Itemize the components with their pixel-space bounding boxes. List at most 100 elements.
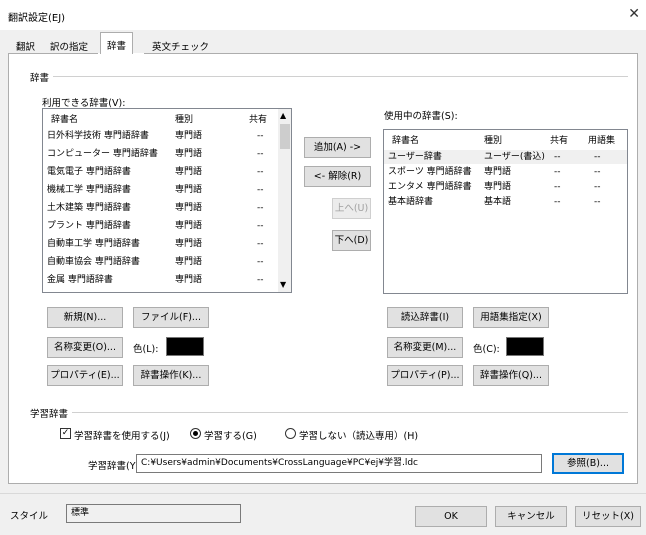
learn-dict-path-label: 学習辞書(Y): [88,461,143,472]
list-cell: 専門語 [175,149,203,159]
list-cell: -- [257,203,264,213]
style-field[interactable]: 標準 [66,504,241,523]
available-scrollbar[interactable]: ▲ ▼ [278,109,291,292]
close-icon[interactable]: ✕ [628,6,640,22]
list-item[interactable]: コンピューター 専門語辞書 専門語 -- [43,147,277,161]
browse-button[interactable]: 参照(B)... [552,453,624,474]
dict-group-label: 辞書 [30,70,54,84]
list-item[interactable]: ユーザー辞書 ユーザー(書込) -- -- [384,150,627,164]
list-cell: 専門語 [484,167,512,177]
list-cell: -- [257,149,264,159]
col-header-glossary: 用語集 [588,136,616,146]
in-use-dict-list[interactable]: 辞書名 種別 共有 用語集 ユーザー辞書 ユーザー(書込) -- -- スポーツ 専門語… [383,129,628,294]
tab-translate[interactable]: 翻訳 [10,36,41,54]
no-learn-radio[interactable] [285,428,296,439]
list-cell: 電気電子 専門語辞書 [47,167,131,177]
rename-right-button[interactable]: 名称変更(M)... [387,337,463,358]
no-learn-radio-label[interactable]: 学習しない（読込専用）(H) [299,428,418,442]
list-item[interactable]: 基本語辞書 基本語 -- -- [384,195,627,209]
color-left-label: 色(L): [133,344,159,355]
list-cell: 専門語 [175,257,203,267]
learn-radio-label[interactable]: 学習する(G) [204,428,257,442]
col-header-shared: 共有 [249,115,268,125]
add-button[interactable]: 追加(A) -> [304,137,371,158]
dict-ops-right-button[interactable]: 辞書操作(Q)... [473,365,549,386]
style-label: スタイル [10,511,49,522]
list-cell: 専門語 [484,182,512,192]
list-item[interactable]: 土木建築 専門語辞書 専門語 -- [43,201,277,215]
list-header: 辞書名 種別 共有 用語集 [384,134,627,148]
scroll-up-icon[interactable]: ▲ [280,111,286,120]
title-bar [0,0,646,30]
tab-english-check[interactable]: 英文チェック [146,36,215,54]
available-dict-list[interactable]: 辞書名 種別 共有 日外科学技術 専門語辞書 専門語 -- コンピューター 専門語辞書… [42,108,292,293]
list-item[interactable]: プラント 専門語辞書 専門語 -- [43,219,277,233]
move-up-button[interactable]: 上へ(U) [332,198,371,219]
list-cell: -- [594,197,601,207]
list-cell: -- [554,182,561,192]
list-item[interactable]: 金属 専門語辞書 専門語 -- [43,273,277,287]
list-item[interactable]: スポーツ 専門語辞書 専門語 -- -- [384,165,627,179]
ok-button[interactable]: OK [415,506,487,527]
col-header-type: 種別 [175,115,194,125]
list-cell: 専門語 [175,185,203,195]
scroll-thumb[interactable] [280,124,290,149]
list-cell: 専門語 [175,167,203,177]
list-cell: 専門語 [175,239,203,249]
list-cell: -- [554,197,561,207]
list-item[interactable]: 日外科学技術 専門語辞書 専門語 -- [43,129,277,143]
in-use-dict-label: 使用中の辞書(S): [384,111,458,122]
list-item[interactable]: エンタメ 専門語辞書 専門語 -- -- [384,180,627,194]
color-left-swatch[interactable] [166,337,204,356]
list-cell: -- [594,152,601,162]
use-learn-dict-label[interactable]: 学習辞書を使用する(J) [74,428,170,442]
learn-dict-path-field[interactable]: C:¥Users¥admin¥Documents¥CrossLanguage¥P… [136,454,542,473]
list-cell: スポーツ 専門語辞書 [388,167,472,177]
footer-separator [0,493,646,494]
reset-button[interactable]: リセット(X) [575,506,641,527]
list-item[interactable]: 自動車工学 専門語辞書 専門語 -- [43,237,277,251]
glossary-button[interactable]: 用語集指定(X) [473,307,549,328]
move-down-button[interactable]: 下へ(D) [332,230,371,251]
list-cell: コンピューター 専門語辞書 [47,149,158,159]
color-right-swatch[interactable] [506,337,544,356]
list-cell: 基本語辞書 [388,197,434,207]
col-header-type: 種別 [484,136,503,146]
list-cell: 自動車工学 専門語辞書 [47,239,140,249]
dict-group-line [36,76,628,77]
list-item[interactable]: 電気電子 専門語辞書 専門語 -- [43,165,277,179]
learn-group-label: 学習辞書 [30,406,73,420]
dict-ops-left-button[interactable]: 辞書操作(K)... [133,365,209,386]
list-cell: プラント 専門語辞書 [47,221,131,231]
list-cell: -- [257,167,264,177]
use-learn-dict-checkbox[interactable]: ✓ [60,428,71,439]
list-header: 辞書名 種別 共有 [43,113,279,127]
list-cell: 専門語 [175,203,203,213]
new-dict-button[interactable]: 新規(N)... [47,307,123,328]
list-cell: 専門語 [175,221,203,231]
list-item[interactable]: 自動車協会 専門語辞書 専門語 -- [43,255,277,269]
tab-translation-spec[interactable]: 訳の指定 [44,36,94,54]
tab-baseline-left [8,53,98,54]
learn-radio[interactable] [190,428,201,439]
remove-button[interactable]: <- 解除(R) [304,166,371,187]
list-cell: -- [257,257,264,267]
list-cell: ユーザー辞書 [388,152,442,162]
tab-dictionary[interactable]: 辞書 [100,32,134,54]
list-cell: 金属 専門語辞書 [47,275,113,285]
file-button[interactable]: ファイル(F)... [133,307,209,328]
rename-left-button[interactable]: 名称変更(O)... [47,337,123,358]
col-header-name: 辞書名 [51,115,79,125]
properties-right-button[interactable]: プロパティ(P)... [387,365,463,386]
scroll-down-icon[interactable]: ▼ [280,280,286,289]
properties-left-button[interactable]: プロパティ(E)... [47,365,123,386]
list-cell: -- [554,167,561,177]
list-cell: 専門語 [175,131,203,141]
color-right-label: 色(C): [473,344,500,355]
list-item[interactable]: 機械工学 専門語辞書 専門語 -- [43,183,277,197]
cancel-button[interactable]: キャンセル [495,506,567,527]
readonly-dict-button[interactable]: 読込辞書(I) [387,307,463,328]
list-cell: 機械工学 専門語辞書 [47,185,131,195]
list-cell: 自動車協会 専門語辞書 [47,257,140,267]
list-cell: -- [594,182,601,192]
